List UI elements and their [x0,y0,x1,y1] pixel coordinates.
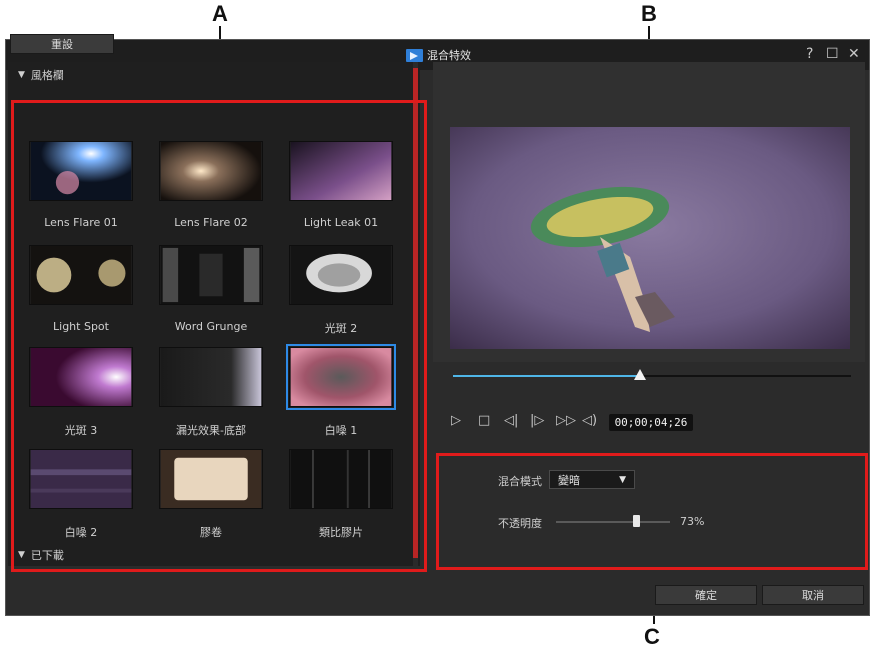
title-group: 混合特效 [406,47,471,63]
library-scrollbar[interactable] [413,62,418,566]
video-preview [450,127,850,349]
effect-label: Light Leak 01 [303,216,379,229]
effect-label: Lens Flare 02 [174,216,248,229]
effects-library-panel: ▼ 風格欄 Lens Flare 01 Lens Flare 02 Light … [8,62,420,566]
ok-button[interactable]: 確定 [655,585,757,605]
category-downloaded-header[interactable]: ▼ 已下載 [8,544,412,566]
effect-thumb-light-spot[interactable] [29,245,133,305]
effect-label: 光斑 2 [324,322,358,335]
effect-thumb-light-spot-2[interactable] [289,245,393,305]
effect-label: Lens Flare 01 [44,216,118,229]
help-icon[interactable]: ? [806,46,813,62]
dropdown-arrow-icon: ▼ [619,474,626,485]
effect-thumb-light-leak-01[interactable] [289,141,393,201]
cancel-button[interactable]: 取消 [762,585,864,605]
effect-thumb-light-leak-bottom[interactable] [159,347,263,407]
opacity-value: 73% [680,515,705,528]
timecode-display: 00;00;04;26 [609,414,693,431]
effect-thumb-word-grunge[interactable] [159,245,263,305]
effect-thumb-white-noise-1[interactable] [286,344,396,410]
category-downloaded-label: 已下載 [30,549,64,562]
effect-label: Light Spot [53,320,109,333]
fast-forward-icon[interactable]: ▷▷ [556,413,576,428]
opacity-slider[interactable] [556,521,670,523]
effect-thumb-film-roll[interactable] [159,449,263,509]
effect-thumb-white-noise-2[interactable] [29,449,133,509]
previous-frame-icon[interactable]: ◁| [504,413,518,428]
seek-progress [453,375,639,377]
callout-a: A [212,1,228,26]
volume-icon[interactable]: ◁) [582,413,597,428]
opacity-slider-handle[interactable] [633,515,640,527]
opacity-label: 不透明度 [498,517,542,530]
collapse-triangle-icon: ▼ [18,550,25,560]
effect-thumb-light-spot-3[interactable] [29,347,133,407]
play-icon[interactable]: ▷ [451,413,461,428]
window-title: 混合特效 [427,49,471,62]
callout-b: B [641,1,657,26]
blend-mode-value: 變暗 [558,473,580,487]
effect-label: 光斑 3 [64,424,98,437]
reset-button[interactable]: 重設 [10,34,114,54]
effect-label: 白噪 2 [64,526,98,539]
effect-label: 膠卷 [200,526,222,539]
effect-thumb-lens-flare-02[interactable] [159,141,263,201]
effect-label: 白噪 1 [324,424,358,437]
blend-settings-panel [437,453,865,570]
effect-label: 漏光效果-底部 [176,424,246,437]
effect-label: 類比膠片 [319,526,363,539]
effect-thumb-lens-flare-01[interactable] [29,141,133,201]
stop-icon[interactable]: □ [478,413,490,428]
close-icon[interactable]: ✕ [848,46,860,62]
collapse-triangle-icon: ▼ [18,70,25,80]
scrollbar-thumb[interactable] [413,68,418,558]
maximize-icon[interactable]: ☐ [826,46,839,62]
effect-thumb-analog-film[interactable] [289,449,393,509]
category-style-header[interactable]: ▼ 風格欄 [8,64,412,86]
blend-mode-dropdown[interactable]: 變暗 ▼ [549,470,635,489]
seek-handle[interactable] [634,369,646,380]
category-style-label: 風格欄 [30,69,64,82]
app-video-icon [406,48,423,62]
next-frame-icon[interactable]: |▷ [530,413,544,428]
blend-mode-label: 混合模式 [498,475,542,488]
callout-c: C [644,624,660,649]
effect-label: Word Grunge [174,320,248,333]
